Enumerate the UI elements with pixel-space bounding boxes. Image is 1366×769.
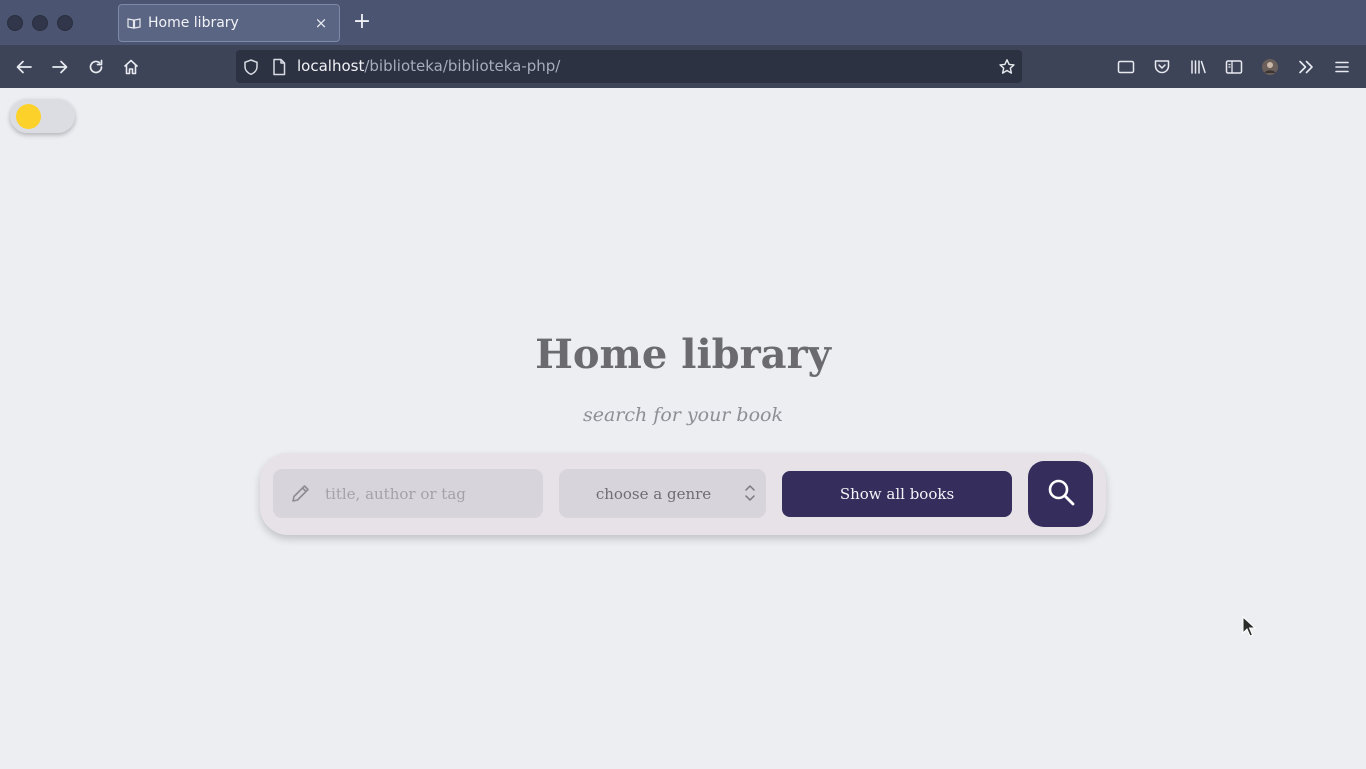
home-icon[interactable] (117, 53, 145, 81)
pencil-icon (289, 482, 313, 506)
menu-icon[interactable] (1328, 53, 1356, 81)
container-icon[interactable] (1112, 53, 1140, 81)
overflow-icon[interactable] (1292, 53, 1320, 81)
genre-selected-value: choose a genre (595, 484, 712, 503)
chevron-updown-icon (744, 483, 756, 503)
sidebar-icon[interactable] (1220, 53, 1248, 81)
url-text[interactable]: localhost/biblioteka/biblioteka-php/ (297, 56, 560, 77)
search-field[interactable] (273, 469, 543, 518)
tab-title: Home library (148, 15, 239, 31)
reload-icon[interactable] (82, 53, 110, 81)
window-minimize-button[interactable] (32, 15, 48, 31)
show-all-books-button[interactable]: Show all books (782, 471, 1012, 517)
library-icon[interactable] (1184, 53, 1212, 81)
url-host: localhost (297, 57, 365, 75)
page-subtitle: search for your book (582, 404, 783, 426)
mouse-cursor-icon (1242, 615, 1257, 638)
theme-toggle[interactable] (10, 99, 75, 133)
page-title: Home library (535, 331, 831, 378)
bookmark-star-icon[interactable] (993, 53, 1021, 81)
url-path: /biblioteka/biblioteka-php/ (364, 57, 561, 75)
book-open-icon (127, 16, 141, 30)
shield-icon[interactable] (237, 53, 265, 81)
genre-select[interactable]: choose a genre (559, 469, 766, 518)
sun-knob-icon (16, 104, 41, 129)
search-button[interactable] (1028, 461, 1093, 527)
window-close-button[interactable] (7, 15, 23, 31)
back-arrow-icon[interactable] (10, 53, 38, 81)
forward-arrow-icon[interactable] (46, 53, 74, 81)
browser-tab[interactable]: Home library × (118, 4, 340, 42)
profile-avatar[interactable] (1256, 53, 1284, 81)
search-icon (1046, 477, 1076, 511)
page-info-icon[interactable] (265, 53, 293, 81)
pocket-icon[interactable] (1148, 53, 1176, 81)
new-tab-button[interactable]: + (351, 10, 373, 34)
tab-close-icon[interactable]: × (313, 14, 329, 32)
window-maximize-button[interactable] (57, 15, 73, 31)
search-input[interactable] (325, 484, 525, 503)
